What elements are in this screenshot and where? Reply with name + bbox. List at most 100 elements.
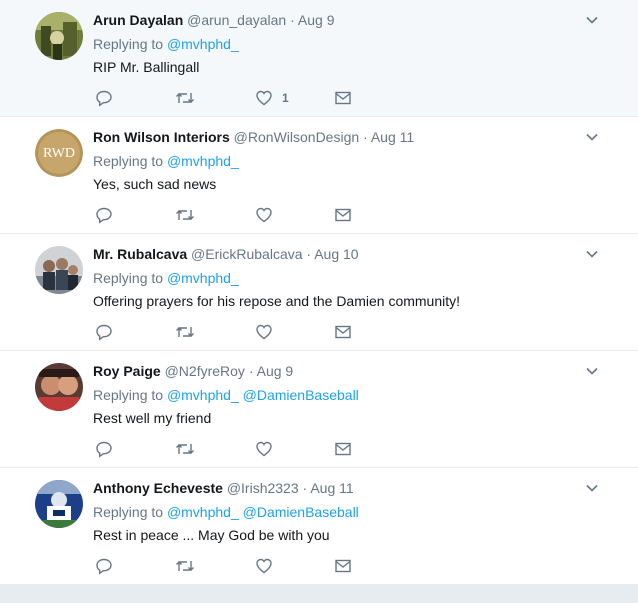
direct-message-button[interactable] [334,88,352,108]
tweet-header: Mr. Rubalcava @ErickRubalcava · Aug 10 [93,245,359,263]
retweet-button[interactable] [175,322,195,342]
reply-button[interactable] [95,439,113,459]
like-button[interactable] [255,205,273,225]
tweet-timestamp[interactable]: Aug 9 [298,12,335,28]
author-name[interactable]: Mr. Rubalcava [93,246,187,262]
tweet-header: Arun Dayalan @arun_dayalan · Aug 9 [93,11,334,29]
heart-icon [256,324,272,340]
separator-dot: · [306,246,312,262]
replying-to-label: Replying to [93,387,164,403]
tweet-text: Rest well my friend [93,410,212,426]
replying-to: Replying to @mvhphd_ @DamienBaseball [93,386,359,404]
tweet-text: RIP Mr. Ballingall [93,59,200,75]
retweet-button[interactable] [175,556,195,576]
envelope-icon [335,442,351,456]
reply-icon [96,90,112,107]
replying-to-label: Replying to [93,504,164,520]
author-handle[interactable]: @Irish2323 [227,480,299,496]
reply-button[interactable] [95,205,113,225]
author-handle[interactable]: @arun_dayalan [187,12,286,28]
heart-icon [256,441,272,457]
chevron-down-icon[interactable] [584,480,600,496]
mention-link[interactable]: @mvhphd_ [167,36,239,52]
envelope-icon [335,208,351,222]
reply-button[interactable] [95,88,113,108]
tweet-text: Yes, such sad news [93,176,217,192]
like-button[interactable] [255,556,273,576]
heart-icon [256,558,272,574]
replying-to-label: Replying to [93,270,164,286]
retweet-icon [176,93,194,103]
retweet-icon [176,327,194,337]
tweet-text: Rest in peace ... May God be with you [93,527,330,543]
tweet[interactable]: Roy Paige @N2fyreRoy · Aug 9 Replying to… [0,351,638,468]
author-handle[interactable]: @N2fyreRoy [165,363,245,379]
chevron-down-icon[interactable] [584,129,600,145]
author-handle[interactable]: @ErickRubalcava [191,246,302,262]
reply-icon [96,558,112,575]
tweet[interactable]: Arun Dayalan @arun_dayalan · Aug 9 Reply… [0,0,638,117]
tweet-timestamp[interactable]: Aug 11 [371,129,414,145]
retweet-button[interactable] [175,439,195,459]
reply-button[interactable] [95,556,113,576]
author-name[interactable]: Ron Wilson Interiors [93,129,230,145]
mention-link[interactable]: @mvhphd_ [167,504,239,520]
retweet-button[interactable] [175,88,195,108]
author-name[interactable]: Arun Dayalan [93,12,183,28]
envelope-icon [335,559,351,573]
avatar[interactable] [35,363,83,411]
author-name[interactable]: Roy Paige [93,363,161,379]
reply-button[interactable] [95,322,113,342]
chevron-down-icon[interactable] [584,12,600,28]
tweet[interactable]: Anthony Echeveste @Irish2323 · Aug 11 Re… [0,468,638,585]
tweet[interactable]: Mr. Rubalcava @ErickRubalcava · Aug 10 R… [0,234,638,351]
direct-message-button[interactable] [334,439,352,459]
retweet-icon [176,561,194,571]
tweet-header: Roy Paige @N2fyreRoy · Aug 9 [93,362,293,380]
like-button[interactable] [255,322,273,342]
mention-link[interactable]: @DamienBaseball [243,504,359,520]
chevron-down-icon[interactable] [584,363,600,379]
direct-message-button[interactable] [334,205,352,225]
retweet-icon [176,444,194,454]
reply-icon [96,324,112,341]
replying-to: Replying to @mvhphd_ [93,35,239,53]
tweet-timestamp[interactable]: Aug 11 [310,480,353,496]
avatar[interactable] [35,246,83,294]
tweet-timestamp[interactable]: Aug 10 [314,246,358,262]
author-handle[interactable]: @RonWilsonDesign [234,129,359,145]
like-count: 1 [282,91,289,105]
replying-to: Replying to @mvhphd_ @DamienBaseball [93,503,359,521]
separator-dot: · [363,129,368,145]
avatar[interactable] [35,12,83,60]
heart-icon [256,207,272,223]
retweet-icon [176,210,194,220]
author-name[interactable]: Anthony Echeveste [93,480,223,496]
envelope-icon [335,91,351,105]
avatar-monogram: RWD [43,146,75,161]
avatar[interactable]: RWD [35,129,83,177]
tweet[interactable]: RWD Ron Wilson Interiors @RonWilsonDesig… [0,117,638,234]
mention-link[interactable]: @mvhphd_ [167,153,239,169]
mention-link[interactable]: @mvhphd_ [167,270,239,286]
reply-icon [96,207,112,224]
tweet-text: Offering prayers for his repose and the … [93,293,461,309]
envelope-icon [335,325,351,339]
tweet-timestamp[interactable]: Aug 9 [257,363,294,379]
replying-to: Replying to @mvhphd_ [93,152,239,170]
direct-message-button[interactable] [334,556,352,576]
replying-to: Replying to @mvhphd_ [93,269,239,287]
avatar[interactable] [35,480,83,528]
chevron-down-icon[interactable] [584,246,600,262]
direct-message-button[interactable] [334,322,352,342]
like-button[interactable]: 1 [255,88,289,108]
like-button[interactable] [255,439,273,459]
retweet-button[interactable] [175,205,195,225]
tweet-header: Ron Wilson Interiors @RonWilsonDesign · … [93,128,414,146]
separator-dot: · [248,363,254,379]
heart-icon [256,90,272,106]
reply-icon [96,441,112,458]
replying-to-label: Replying to [93,153,164,169]
mention-link[interactable]: @mvhphd_ [167,387,239,403]
mention-link[interactable]: @DamienBaseball [243,387,359,403]
